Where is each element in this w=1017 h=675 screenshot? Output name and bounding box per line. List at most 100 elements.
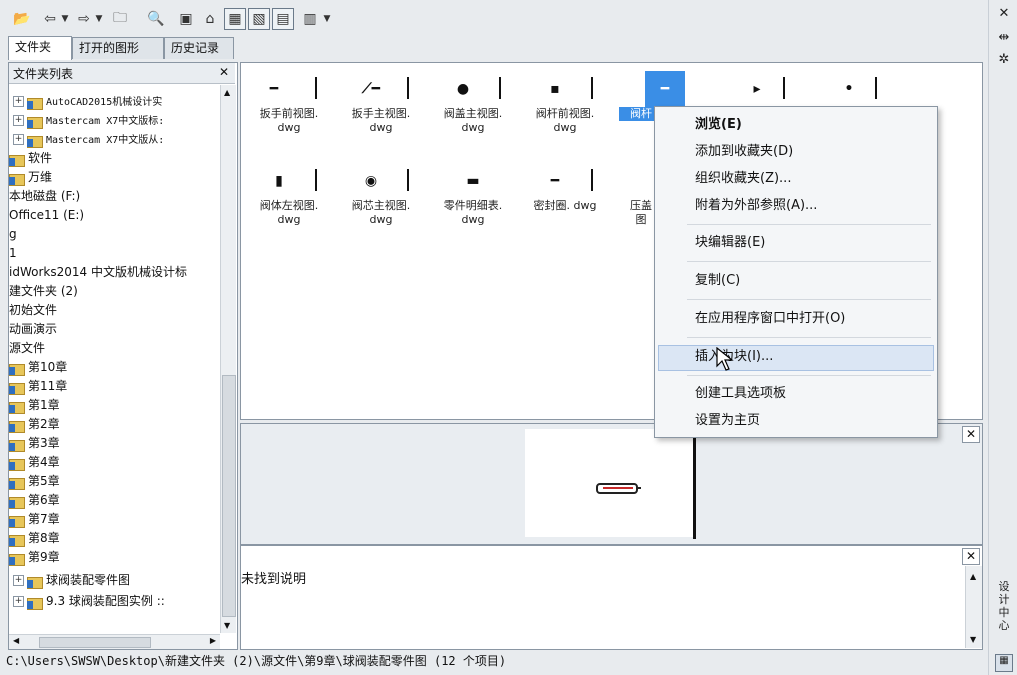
preview-toggle-icon[interactable]: ▧ <box>248 8 270 30</box>
tree-node[interactable]: 软件 <box>9 149 52 168</box>
file-thumbnail: ▪ <box>519 71 611 107</box>
tree-node[interactable]: 第5章 <box>9 472 60 491</box>
menu-item-browse[interactable]: 浏览(E) <box>695 114 742 136</box>
tree-node[interactable]: idWorks2014 中文版机械设计标 <box>9 263 187 282</box>
tree-node[interactable]: g <box>9 225 17 244</box>
tree-node[interactable]: 初始文件 <box>9 301 57 320</box>
scroll-down-icon[interactable]: ▼ <box>970 635 976 644</box>
tree-node[interactable]: 第6章 <box>9 491 60 510</box>
file-item[interactable]: • <box>803 71 895 107</box>
tree-node[interactable]: 第1章 <box>9 396 60 415</box>
folder-icon <box>9 533 25 547</box>
expand-icon[interactable]: + <box>13 575 24 586</box>
tab-folders[interactable]: 文件夹 <box>8 36 72 60</box>
file-thumbnail: ⟋━ <box>335 71 427 107</box>
tree-node[interactable]: 第9章 <box>9 548 60 567</box>
tab-history[interactable]: 历史记录 <box>164 37 234 59</box>
folder-icon <box>27 575 43 589</box>
tree-node[interactable]: 1 <box>9 244 17 263</box>
folder-icon <box>27 115 43 129</box>
menu-item-organize-favorites[interactable]: 组织收藏夹(Z)... <box>695 168 791 190</box>
tree-node[interactable]: 万维 <box>9 168 52 187</box>
back-dropdown-icon[interactable]: ▼ <box>60 8 70 30</box>
tab-open-drawings[interactable]: 打开的图形 <box>72 37 164 59</box>
properties-icon[interactable]: ✲ <box>995 52 1013 67</box>
file-item[interactable]: ▬ 零件明细表. dwg <box>427 163 519 227</box>
expand-icon[interactable]: + <box>13 115 24 126</box>
file-item[interactable]: ━ 扳手前视图. dwg <box>243 71 335 135</box>
tree-node[interactable]: + Mastercam X7中文版从: <box>13 130 164 149</box>
file-item[interactable]: ▪ 阀杆前视图. dwg <box>519 71 611 135</box>
tree-node[interactable]: 本地磁盘 (F:) <box>9 187 80 206</box>
scroll-up-icon[interactable]: ▲ <box>970 572 976 581</box>
close-icon[interactable]: ✕ <box>995 6 1013 21</box>
menu-separator <box>687 299 931 300</box>
tree-node[interactable]: 第2章 <box>9 415 60 434</box>
expand-icon[interactable]: + <box>13 134 24 145</box>
menu-item-block-editor[interactable]: 块编辑器(E) <box>695 232 765 254</box>
palette-title-bar: ✕ ⇹ ✲ 设计中心 ▦ <box>988 0 1017 675</box>
tree-node[interactable]: 源文件 <box>9 339 45 358</box>
file-item[interactable]: ⟋━ 扳手主视图. dwg <box>335 71 427 135</box>
expand-icon[interactable]: + <box>13 96 24 107</box>
search-icon[interactable]: 🔍 <box>146 8 166 30</box>
tree-toggle-icon[interactable]: ▦ <box>224 8 246 30</box>
tree-node[interactable]: 建文件夹 (2) <box>9 282 78 301</box>
tree-node[interactable]: + AutoCAD2015机械设计实 <box>13 92 162 111</box>
folder-icon <box>9 400 25 414</box>
expand-icon[interactable]: + <box>13 596 24 607</box>
home-icon[interactable]: ⌂ <box>200 8 220 30</box>
menu-item-attach-xref[interactable]: 附着为外部参照(A)... <box>695 195 817 217</box>
menu-item-copy[interactable]: 复制(C) <box>695 270 740 292</box>
back-icon[interactable]: ⇦ <box>42 8 58 30</box>
up-folder-icon[interactable]: 🗀 <box>110 8 130 30</box>
folder-icon <box>9 552 25 566</box>
tree-node[interactable]: 第7章 <box>9 510 60 529</box>
file-thumbnail: ▮ <box>243 163 335 199</box>
auto-hide-icon[interactable]: ⇹ <box>995 30 1013 45</box>
context-menu: 浏览(E) 添加到收藏夹(D) 组织收藏夹(Z)... 附着为外部参照(A)..… <box>654 106 938 438</box>
scroll-up-icon[interactable]: ▲ <box>224 88 230 97</box>
favorites-icon[interactable]: ▣ <box>176 8 196 30</box>
close-icon[interactable]: ✕ <box>219 65 229 79</box>
tree-node[interactable]: 动画演示 <box>9 320 57 339</box>
file-item[interactable]: ━ 密封圈. dwg <box>519 163 611 213</box>
menu-item-open-in-app-window[interactable]: 在应用程序窗口中打开(O) <box>695 308 845 330</box>
folder-icon <box>9 495 25 509</box>
palette-icon: ▦ <box>995 654 1013 672</box>
forward-dropdown-icon[interactable]: ▼ <box>94 8 104 30</box>
tree-node[interactable]: 第4章 <box>9 453 60 472</box>
description-toggle-icon[interactable]: ▤ <box>272 8 294 30</box>
file-item[interactable]: ▮ 阀体左视图. dwg <box>243 163 335 227</box>
tree-node[interactable]: 第8章 <box>9 529 60 548</box>
scroll-left-icon[interactable]: ◀ <box>13 636 19 645</box>
close-icon[interactable]: ✕ <box>962 426 980 443</box>
tree-node[interactable]: Office11 (E:) <box>9 206 84 225</box>
description-scrollbar[interactable]: ▲ ▼ <box>965 566 982 648</box>
views-dropdown-icon[interactable]: ▼ <box>322 8 332 30</box>
close-icon[interactable]: ✕ <box>962 548 980 565</box>
open-folder-icon[interactable]: 📂 <box>12 8 32 30</box>
file-item[interactable]: ▸ <box>711 71 803 107</box>
tree-node[interactable]: +9.3 球阀装配图实例 :: <box>13 592 165 611</box>
forward-icon[interactable]: ⇨ <box>76 8 92 30</box>
menu-item-create-tool-palette[interactable]: 创建工具选项板 <box>695 383 786 405</box>
file-item[interactable]: ◉ 阀芯主视图. dwg <box>335 163 427 227</box>
file-item[interactable]: ● 阀盖主视图. dwg <box>427 71 519 135</box>
scroll-down-icon[interactable]: ▼ <box>224 621 230 630</box>
tree-node[interactable]: 第10章 <box>9 358 67 377</box>
folder-icon <box>9 153 25 167</box>
horizontal-scrollbar[interactable]: ◀ ▶ <box>9 634 220 649</box>
folder-icon <box>27 96 43 110</box>
tree-node[interactable]: + Mastercam X7中文版标: <box>13 111 164 130</box>
views-icon[interactable]: ▥ <box>300 8 320 30</box>
scroll-right-icon[interactable]: ▶ <box>210 636 216 645</box>
scroll-thumb[interactable] <box>222 375 236 617</box>
menu-item-set-as-home[interactable]: 设置为主页 <box>695 410 760 432</box>
tree-node[interactable]: + 球阀装配零件图 <box>13 571 130 590</box>
menu-item-add-to-favorites[interactable]: 添加到收藏夹(D) <box>695 141 793 163</box>
vertical-scrollbar[interactable]: ▲ ▼ <box>220 85 236 633</box>
hscroll-thumb[interactable] <box>39 637 151 648</box>
tree-node[interactable]: 第3章 <box>9 434 60 453</box>
tree-node[interactable]: 第11章 <box>9 377 67 396</box>
